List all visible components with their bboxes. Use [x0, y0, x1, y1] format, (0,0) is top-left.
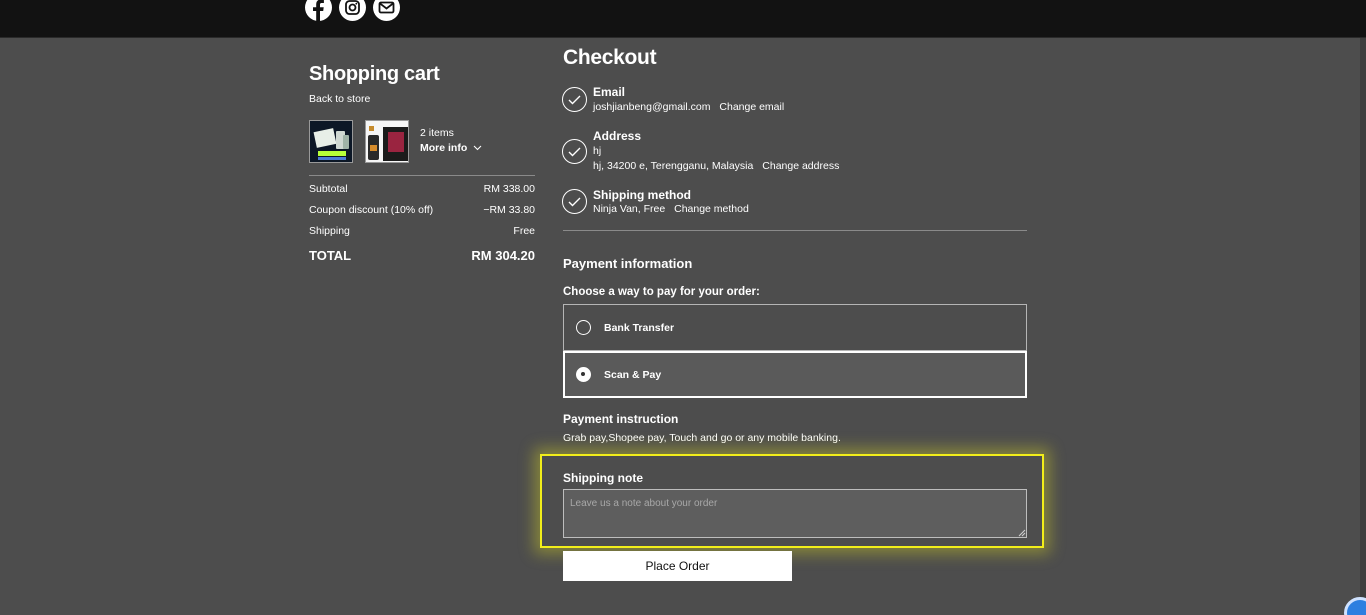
- scrollbar[interactable]: [1360, 38, 1366, 615]
- more-info-label: More info: [420, 142, 468, 154]
- email-step-details: joshjianbeng@gmail.com Change email: [593, 101, 784, 113]
- change-method-link[interactable]: Change method: [674, 203, 749, 215]
- total-label: TOTAL: [309, 248, 352, 263]
- change-address-link[interactable]: Change address: [762, 160, 839, 172]
- radio-button[interactable]: [576, 320, 591, 335]
- shipping-label: Shipping: [309, 225, 350, 237]
- payment-option-scan-and-pay[interactable]: Scan & Pay: [563, 351, 1027, 398]
- checkout-title: Checkout: [563, 46, 657, 69]
- divider: [563, 230, 1027, 231]
- payment-option-label: Bank Transfer: [604, 321, 675, 334]
- total-value: RM 304.20: [471, 248, 535, 263]
- coupon-value: −RM 33.80: [483, 204, 535, 216]
- place-order-button[interactable]: Place Order: [563, 551, 792, 581]
- back-to-store-link[interactable]: Back to store: [309, 93, 370, 105]
- payment-information-heading: Payment information: [563, 256, 693, 271]
- check-icon: [562, 139, 587, 164]
- shipping-method-value: Ninja Van, Free: [593, 203, 666, 215]
- payment-option-label: Scan & Pay: [604, 368, 662, 381]
- subtotal-row: Subtotal RM 338.00: [309, 183, 535, 195]
- coupon-row: Coupon discount (10% off) −RM 33.80: [309, 204, 535, 216]
- email-value: joshjianbeng@gmail.com: [593, 101, 711, 113]
- resize-handle-icon[interactable]: [1017, 528, 1026, 537]
- top-bar: [0, 0, 1366, 38]
- address-step-label: Address: [593, 129, 642, 143]
- shipping-row: Shipping Free: [309, 225, 535, 237]
- payment-instruction-heading: Payment instruction: [563, 412, 679, 426]
- shipping-note-label: Shipping note: [563, 471, 643, 485]
- change-email-link[interactable]: Change email: [719, 101, 784, 113]
- radio-button-selected[interactable]: [576, 367, 591, 382]
- cart-item-thumbnail: [309, 120, 353, 163]
- shipping-method-step-details: Ninja Van, Free Change method: [593, 203, 749, 215]
- shipping-method-step-label: Shipping method: [593, 188, 691, 202]
- subtotal-label: Subtotal: [309, 183, 348, 195]
- address-step-details: hj, 34200 e, Terengganu, Malaysia Change…: [593, 160, 839, 172]
- cart-item-thumbnail: [365, 120, 409, 163]
- cart-title: Shopping cart: [309, 63, 440, 85]
- subtotal-value: RM 338.00: [483, 183, 535, 195]
- more-info-toggle[interactable]: More info: [420, 142, 482, 154]
- payment-option-bank-transfer[interactable]: Bank Transfer: [563, 304, 1027, 351]
- email-step-label: Email: [593, 85, 626, 99]
- divider: [309, 175, 535, 176]
- check-icon: [562, 87, 587, 112]
- shipping-value: Free: [513, 225, 535, 237]
- chevron-down-icon: [473, 145, 482, 151]
- check-icon: [562, 189, 587, 214]
- payment-choose-label: Choose a way to pay for your order:: [563, 286, 760, 298]
- address-name: hj: [593, 145, 602, 157]
- facebook-icon[interactable]: [305, 0, 332, 21]
- coupon-label: Coupon discount (10% off): [309, 204, 434, 216]
- total-row: TOTAL RM 304.20: [309, 248, 535, 263]
- instagram-icon[interactable]: [339, 0, 366, 21]
- cart-items-count: 2 items: [420, 127, 454, 139]
- address-value: hj, 34200 e, Terengganu, Malaysia: [593, 160, 754, 172]
- chat-icon[interactable]: [1344, 597, 1366, 615]
- email-icon[interactable]: [373, 0, 400, 21]
- shipping-note-input[interactable]: [563, 489, 1027, 538]
- payment-instruction-text: Grab pay,Shopee pay, Touch and go or any…: [563, 432, 841, 444]
